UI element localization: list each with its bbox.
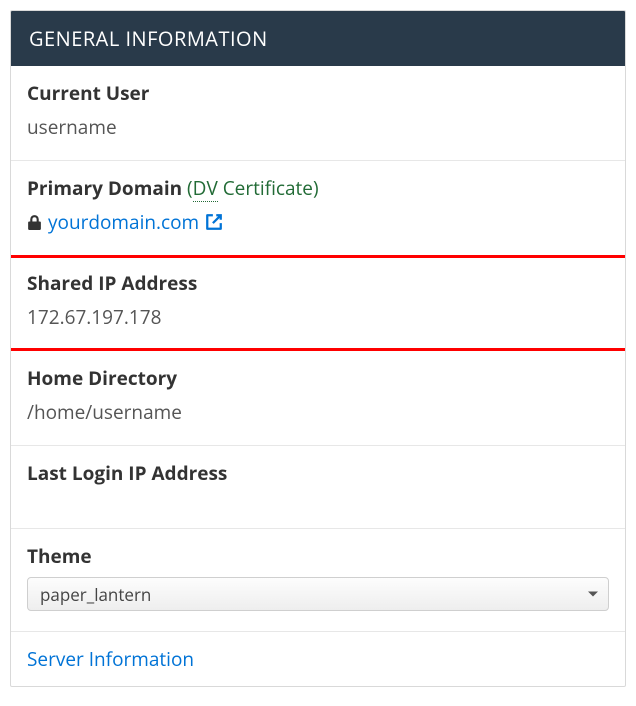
- primary-domain-label-text: Primary Domain: [27, 175, 182, 201]
- row-home-directory: Home Directory /home/username: [11, 351, 625, 446]
- general-information-panel: GENERAL INFORMATION Current User usernam…: [10, 10, 626, 687]
- theme-select[interactable]: paper_lantern: [27, 577, 609, 611]
- row-server-information: Server Information: [11, 632, 625, 686]
- row-theme: Theme paper_lantern: [11, 529, 625, 632]
- label-shared-ip: Shared IP Address: [27, 270, 609, 296]
- server-information-link[interactable]: Server Information: [27, 646, 194, 672]
- label-home-directory: Home Directory: [27, 365, 609, 391]
- row-primary-domain: Primary Domain (DV Certificate) yourdoma…: [11, 161, 625, 256]
- dv-abbr: DV: [193, 175, 218, 202]
- label-last-login-ip: Last Login IP Address: [27, 460, 609, 486]
- primary-domain-link[interactable]: yourdomain.com: [48, 209, 199, 235]
- theme-select-wrap: paper_lantern: [27, 577, 609, 611]
- label-primary-domain: Primary Domain (DV Certificate): [27, 175, 609, 201]
- external-link-icon[interactable]: [205, 213, 223, 231]
- value-shared-ip: 172.67.197.178: [27, 304, 609, 330]
- panel-title: GENERAL INFORMATION: [11, 11, 625, 66]
- chevron-down-icon: [588, 592, 598, 597]
- label-current-user: Current User: [27, 80, 609, 106]
- label-theme: Theme: [27, 543, 609, 569]
- value-current-user: username: [27, 114, 609, 140]
- theme-select-value: paper_lantern: [40, 583, 151, 606]
- row-current-user: Current User username: [11, 66, 625, 161]
- row-last-login-ip: Last Login IP Address: [11, 446, 625, 529]
- row-shared-ip: Shared IP Address 172.67.197.178: [11, 256, 625, 351]
- value-home-directory: /home/username: [27, 399, 609, 425]
- dv-certificate-badge: (DV Certificate): [187, 175, 319, 202]
- lock-icon: [27, 214, 42, 231]
- primary-domain-value-line: yourdomain.com: [27, 209, 609, 235]
